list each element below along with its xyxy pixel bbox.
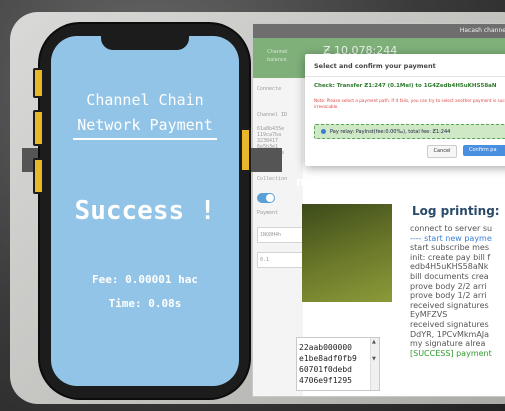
payment-label: Payment [257,210,279,216]
cancel-button[interactable]: Cancel [427,145,457,158]
log-line: init: create pay bill f [410,252,491,262]
balance-caption: Channel balance [267,49,288,63]
log-line: prove body 2/2 arri [410,281,487,291]
modal-note: Note: Please select a payment path. If i… [314,98,505,109]
log-line: DdYR, 1PCvMkmAJa [410,329,490,339]
client-title: nel pay client [296,175,388,189]
title-underline [73,138,217,140]
channel-id-label: Channel ID [257,112,288,118]
hash-line: 60701f0debd [299,365,352,374]
hash-lines: 22aab000000 e1be8adf0fb9 60701f0debd 470… [299,342,357,386]
hash-textarea[interactable]: 22aab000000 e1be8adf0fb9 60701f0debd 470… [296,337,380,391]
phone-title-line1: Channel Chain [86,91,204,109]
hash-line: e1be8adf0fb9 [299,354,357,363]
time-text: Time: 0.08s [108,297,182,310]
log-line: bill documents crea [410,271,489,281]
modal-divider [305,76,505,77]
phone-side-button [33,110,44,146]
hash-scrollbar[interactable] [370,338,379,390]
payment-address-value: 1NQ8H4h [260,232,282,238]
phone-power-button [240,128,251,172]
radio-selected-icon[interactable] [321,129,326,134]
phone-side-button [33,158,44,194]
log-title: Log printing: [412,204,500,218]
log-line: edb4H5uKHS58aNk [410,262,489,272]
log-line: prove body 1/2 arri [410,291,487,301]
success-text: Success ! [74,196,216,226]
connected-label: Connecte [257,86,282,92]
log-output: connect to server su ---- start new paym… [410,224,505,358]
hash-line: 4706e9f1295 [299,376,352,385]
pay-relay-label: Pay relay: PayInst(fee:0.00‰), total fee… [330,129,451,135]
confirm-payment-modal: Select and confirm your payment Check: T… [305,54,505,166]
confirm-payment-button[interactable]: Confirm pa [463,145,505,156]
modal-check-text: Check: Transfer Ƶ1:247 (0.1Mei) to 1G4Ze… [314,83,497,89]
log-line: [SUCCESS] payment [410,348,492,358]
window-title-bar: Hacash channel pa [253,24,505,38]
hash-line: 22aab000000 [299,343,352,352]
log-line: received signatures [410,319,489,329]
phone-notch [101,34,189,50]
phone-side-button [33,68,44,98]
fee-text: Fee: 0.00001 hac [92,273,198,286]
collection-label: Collection [257,176,288,182]
modal-title: Select and confirm your payment [314,62,436,70]
log-line: connect to server su [410,224,493,233]
log-line: EyMFZVS [410,310,448,320]
log-line: ---- start new payme [410,233,492,243]
log-line: received signatures [410,300,489,310]
promo-stage: Hacash channel pa Channel balance Ƶ 10.0… [0,0,505,411]
client-graphic [302,204,392,302]
log-line: my signature alrea [410,339,486,349]
phone-title-line2: Network Payment [77,116,213,134]
log-line: start subscribe mes [410,243,489,253]
pay-relay-option[interactable]: Pay relay: PayInst(fee:0.00‰), total fee… [314,124,505,139]
collection-toggle[interactable] [257,193,275,203]
payment-amount-value: 0.1 [260,257,270,263]
phone-screen: Channel Chain Network Payment Success ! … [51,36,239,386]
